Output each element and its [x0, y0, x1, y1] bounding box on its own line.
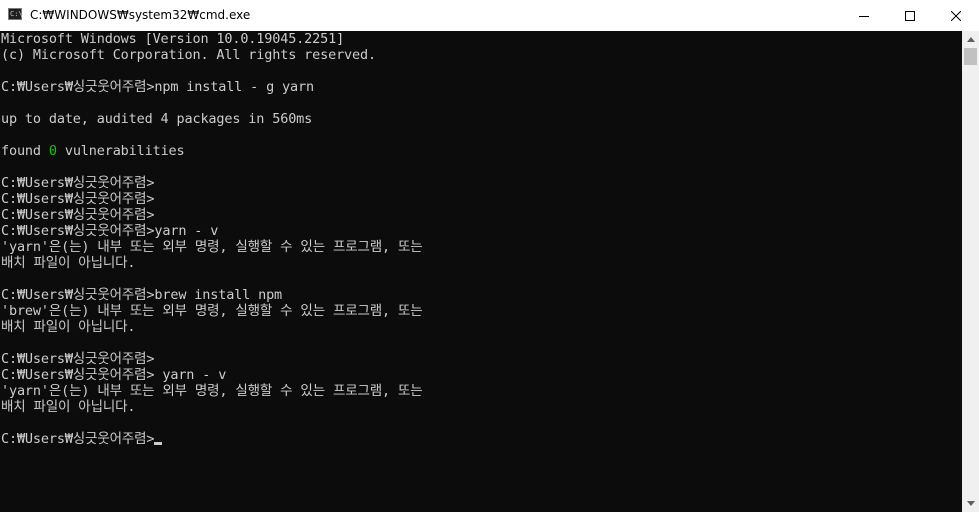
console-line: 배치 파일이 아닙니다. [1, 399, 963, 415]
console-line: C:₩Users₩싱긋웃어주렴>brew install npm [1, 287, 963, 303]
console-line: 배치 파일이 아닙니다. [1, 319, 963, 335]
console-line-text: 'yarn'은(는) 내부 또는 외부 명령, 실행할 수 있는 프로그램, 또… [1, 383, 423, 399]
console-line-text: C:₩Users₩싱긋웃어주렴>brew install npm [1, 287, 283, 303]
console-line: 'brew'은(는) 내부 또는 외부 명령, 실행할 수 있는 프로그램, 또… [1, 303, 963, 319]
console-line: (c) Microsoft Corporation. All rights re… [1, 47, 963, 63]
console-line: C:₩Users₩싱긋웃어주렴> [1, 431, 963, 447]
console-line-text: 'brew'은(는) 내부 또는 외부 명령, 실행할 수 있는 프로그램, 또… [1, 303, 423, 319]
console-line-text: 배치 파일이 아닙니다. [1, 319, 136, 335]
console-line: 'yarn'은(는) 내부 또는 외부 명령, 실행할 수 있는 프로그램, 또… [1, 383, 963, 399]
console-line: found 0 vulnerabilities [1, 143, 963, 159]
close-button[interactable] [933, 0, 979, 31]
console-line: Microsoft Windows [Version 10.0.19045.22… [1, 31, 963, 47]
window-title: C:₩WINDOWS₩system32₩cmd.exe [30, 8, 251, 22]
console-line-text: 'yarn'은(는) 내부 또는 외부 명령, 실행할 수 있는 프로그램, 또… [1, 239, 423, 255]
console-line: C:₩Users₩싱긋웃어주렴> yarn - v [1, 367, 963, 383]
maximize-icon [905, 10, 915, 21]
console-line-text: C:₩Users₩싱긋웃어주렴> [1, 175, 155, 191]
console-line: 배치 파일이 아닙니다. [1, 255, 963, 271]
console-line-text: Microsoft Windows [Version 10.0.19045.22… [1, 31, 345, 47]
minimize-button[interactable] [841, 0, 887, 31]
scroll-down-button[interactable] [962, 495, 979, 512]
chevron-down-icon [966, 501, 975, 506]
console-line-text: up to date, audited 4 packages in 560ms [1, 111, 313, 127]
console-line-text: C:₩Users₩싱긋웃어주렴>npm install - g yarn [1, 79, 314, 95]
vulnerability-count: 0 [48, 143, 57, 159]
console-line-text: C:₩Users₩싱긋웃어주렴> [1, 207, 155, 223]
console-line: up to date, audited 4 packages in 560ms [1, 111, 963, 127]
cmd-window: C:\ C:₩WINDOWS₩system32₩cmd.exe Microsof… [0, 0, 979, 512]
scroll-thumb[interactable] [964, 48, 977, 65]
console-line-text: C:₩Users₩싱긋웃어주렴>yarn - v [1, 223, 219, 239]
console-output[interactable]: Microsoft Windows [Version 10.0.19045.22… [0, 31, 963, 512]
console-line: C:₩Users₩싱긋웃어주렴> [1, 207, 963, 223]
console-line-text: C:₩Users₩싱긋웃어주렴> [1, 191, 155, 207]
close-icon [951, 10, 961, 21]
console-line: C:₩Users₩싱긋웃어주렴> [1, 351, 963, 367]
console-line: C:₩Users₩싱긋웃어주렴> [1, 175, 963, 191]
console-line-text: found [1, 143, 49, 159]
minimize-icon [859, 15, 869, 17]
title-bar[interactable]: C:\ C:₩WINDOWS₩system32₩cmd.exe [0, 0, 979, 31]
vertical-scrollbar[interactable] [962, 31, 979, 512]
console-line-text: (c) Microsoft Corporation. All rights re… [1, 47, 376, 63]
console-line-text: 배치 파일이 아닙니다. [1, 255, 136, 271]
console-line: 'yarn'은(는) 내부 또는 외부 명령, 실행할 수 있는 프로그램, 또… [1, 239, 963, 255]
text-cursor [154, 442, 163, 445]
console-line-text: C:₩Users₩싱긋웃어주렴> yarn - v [1, 367, 227, 383]
maximize-button[interactable] [887, 0, 933, 31]
cmd-app-icon[interactable]: C:\ [8, 8, 23, 20]
console-line: C:₩Users₩싱긋웃어주렴>yarn - v [1, 223, 963, 239]
console-line: C:₩Users₩싱긋웃어주렴> [1, 191, 963, 207]
console-line-text: C:₩Users₩싱긋웃어주렴> [1, 351, 155, 367]
console-line-text: 배치 파일이 아닙니다. [1, 399, 136, 415]
scroll-up-button[interactable] [962, 31, 979, 48]
console-line: C:₩Users₩싱긋웃어주렴>npm install - g yarn [1, 79, 963, 95]
chevron-up-icon [966, 37, 975, 42]
console-line-text: C:₩Users₩싱긋웃어주렴> [1, 431, 155, 447]
console-line-suffix: vulnerabilities [56, 143, 185, 159]
